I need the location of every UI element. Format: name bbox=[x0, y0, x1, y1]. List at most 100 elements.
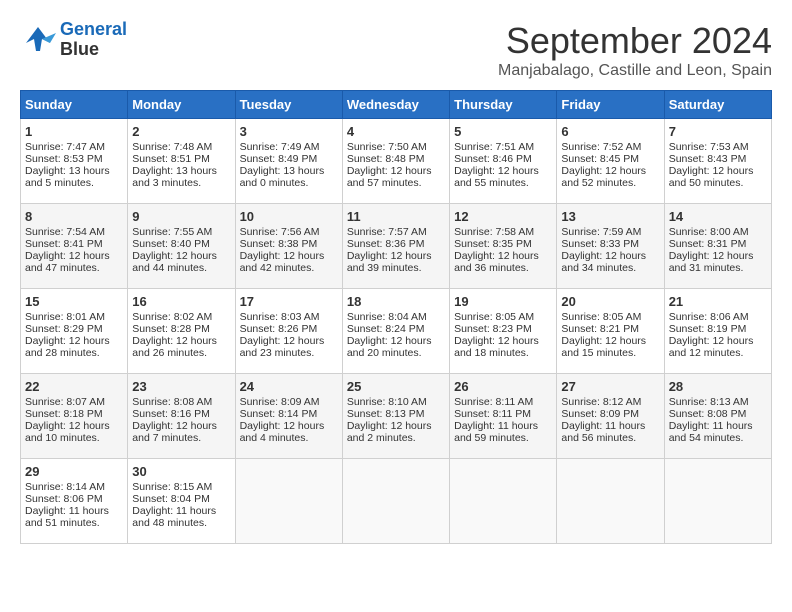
sunset-text: Sunset: 8:23 PM bbox=[454, 323, 532, 335]
calendar-cell bbox=[450, 459, 557, 544]
sunrise-text: Sunrise: 8:09 AM bbox=[240, 396, 320, 408]
daylight-text: Daylight: 11 hours and 56 minutes. bbox=[561, 420, 645, 444]
sunrise-text: Sunrise: 7:58 AM bbox=[454, 226, 534, 238]
day-number: 26 bbox=[454, 379, 552, 394]
sunset-text: Sunset: 8:11 PM bbox=[454, 408, 531, 420]
daylight-text: Daylight: 12 hours and 34 minutes. bbox=[561, 250, 646, 274]
daylight-text: Daylight: 12 hours and 2 minutes. bbox=[347, 420, 432, 444]
day-number: 23 bbox=[132, 379, 230, 394]
sunrise-text: Sunrise: 8:08 AM bbox=[132, 396, 212, 408]
calendar-cell: 11 Sunrise: 7:57 AMSunset: 8:36 PMDayligh… bbox=[342, 204, 449, 289]
sunrise-text: Sunrise: 7:50 AM bbox=[347, 141, 427, 153]
calendar-week-row: 8Sunrise: 7:54 AMSunset: 8:41 PMDaylight… bbox=[21, 204, 772, 289]
sunset-text: Sunset: 8:04 PM bbox=[132, 493, 210, 505]
sunrise-text: Sunrise: 7:55 AM bbox=[132, 226, 212, 238]
logo-text: GeneralBlue bbox=[60, 20, 127, 60]
column-header-wednesday: Wednesday bbox=[342, 91, 449, 119]
sunrise-text: Sunrise: 8:13 AM bbox=[669, 396, 749, 408]
calendar-cell: 12 Sunrise: 7:58 AMSunset: 8:35 PMDayligh… bbox=[450, 204, 557, 289]
sunrise-text: Sunrise: 8:01 AM bbox=[25, 311, 105, 323]
sunset-text: Sunset: 8:24 PM bbox=[347, 323, 425, 335]
sunrise-text: Sunrise: 8:07 AM bbox=[25, 396, 105, 408]
column-header-sunday: Sunday bbox=[21, 91, 128, 119]
daylight-text: Daylight: 12 hours and 55 minutes. bbox=[454, 165, 539, 189]
day-number: 10 bbox=[240, 209, 338, 224]
sunrise-text: Sunrise: 8:02 AM bbox=[132, 311, 212, 323]
sunset-text: Sunset: 8:48 PM bbox=[347, 153, 425, 165]
sunrise-text: Sunrise: 8:11 AM bbox=[454, 396, 533, 408]
daylight-text: Daylight: 12 hours and 26 minutes. bbox=[132, 335, 217, 359]
sunrise-text: Sunrise: 8:14 AM bbox=[25, 481, 105, 493]
calendar-header-row: SundayMondayTuesdayWednesdayThursdayFrid… bbox=[21, 91, 772, 119]
day-number: 3 bbox=[240, 124, 338, 139]
sunset-text: Sunset: 8:08 PM bbox=[669, 408, 747, 420]
sunrise-text: Sunrise: 7:47 AM bbox=[25, 141, 105, 153]
sunset-text: Sunset: 8:36 PM bbox=[347, 238, 425, 250]
daylight-text: Daylight: 12 hours and 15 minutes. bbox=[561, 335, 646, 359]
day-number: 13 bbox=[561, 209, 659, 224]
sunrise-text: Sunrise: 7:48 AM bbox=[132, 141, 212, 153]
calendar-week-row: 29Sunrise: 8:14 AMSunset: 8:06 PMDayligh… bbox=[21, 459, 772, 544]
sunrise-text: Sunrise: 8:04 AM bbox=[347, 311, 427, 323]
sunset-text: Sunset: 8:38 PM bbox=[240, 238, 318, 250]
daylight-text: Daylight: 12 hours and 12 minutes. bbox=[669, 335, 754, 359]
daylight-text: Daylight: 13 hours and 5 minutes. bbox=[25, 165, 110, 189]
sunset-text: Sunset: 8:21 PM bbox=[561, 323, 639, 335]
daylight-text: Daylight: 12 hours and 31 minutes. bbox=[669, 250, 754, 274]
daylight-text: Daylight: 12 hours and 4 minutes. bbox=[240, 420, 325, 444]
sunset-text: Sunset: 8:28 PM bbox=[132, 323, 210, 335]
calendar-cell: 18Sunrise: 8:04 AMSunset: 8:24 PMDayligh… bbox=[342, 289, 449, 374]
calendar-cell: 9Sunrise: 7:55 AMSunset: 8:40 PMDaylight… bbox=[128, 204, 235, 289]
sunrise-text: Sunrise: 8:12 AM bbox=[561, 396, 641, 408]
day-number: 15 bbox=[25, 294, 123, 309]
day-number: 12 bbox=[454, 209, 552, 224]
day-number: 9 bbox=[132, 209, 230, 224]
day-number: 14 bbox=[669, 209, 767, 224]
day-number: 30 bbox=[132, 464, 230, 479]
day-number: 11 bbox=[347, 209, 445, 224]
day-number: 20 bbox=[561, 294, 659, 309]
daylight-text: Daylight: 12 hours and 52 minutes. bbox=[561, 165, 646, 189]
sunset-text: Sunset: 8:09 PM bbox=[561, 408, 639, 420]
day-number: 4 bbox=[347, 124, 445, 139]
day-number: 2 bbox=[132, 124, 230, 139]
sunrise-text: Sunrise: 8:05 AM bbox=[454, 311, 534, 323]
calendar-cell bbox=[557, 459, 664, 544]
sunset-text: Sunset: 8:29 PM bbox=[25, 323, 103, 335]
calendar-cell: 3Sunrise: 7:49 AMSunset: 8:49 PMDaylight… bbox=[235, 119, 342, 204]
calendar-cell: 4Sunrise: 7:50 AMSunset: 8:48 PMDaylight… bbox=[342, 119, 449, 204]
daylight-text: Daylight: 12 hours and 20 minutes. bbox=[347, 335, 432, 359]
daylight-text: Daylight: 12 hours and 47 minutes. bbox=[25, 250, 110, 274]
column-header-saturday: Saturday bbox=[664, 91, 771, 119]
calendar-cell: 21Sunrise: 8:06 AMSunset: 8:19 PMDayligh… bbox=[664, 289, 771, 374]
calendar-cell: 10Sunrise: 7:56 AMSunset: 8:38 PMDayligh… bbox=[235, 204, 342, 289]
day-number: 6 bbox=[561, 124, 659, 139]
day-number: 21 bbox=[669, 294, 767, 309]
logo-icon bbox=[20, 25, 56, 55]
sunrise-text: Sunrise: 7:57 AM bbox=[347, 226, 427, 238]
sunrise-text: Sunrise: 7:51 AM bbox=[454, 141, 534, 153]
calendar-cell bbox=[664, 459, 771, 544]
daylight-text: Daylight: 12 hours and 50 minutes. bbox=[669, 165, 754, 189]
sunset-text: Sunset: 8:40 PM bbox=[132, 238, 210, 250]
sunset-text: Sunset: 8:31 PM bbox=[669, 238, 747, 250]
calendar-cell: 27 Sunrise: 8:12 AMSunset: 8:09 PMDayligh… bbox=[557, 374, 664, 459]
day-number: 24 bbox=[240, 379, 338, 394]
calendar-week-row: 22Sunrise: 8:07 AMSunset: 8:18 PMDayligh… bbox=[21, 374, 772, 459]
sunset-text: Sunset: 8:13 PM bbox=[347, 408, 425, 420]
calendar-cell: 2Sunrise: 7:48 AMSunset: 8:51 PMDaylight… bbox=[128, 119, 235, 204]
sunset-text: Sunset: 8:14 PM bbox=[240, 408, 318, 420]
sunset-text: Sunset: 8:26 PM bbox=[240, 323, 318, 335]
daylight-text: Daylight: 12 hours and 36 minutes. bbox=[454, 250, 539, 274]
sunrise-text: Sunrise: 7:49 AM bbox=[240, 141, 320, 153]
sunset-text: Sunset: 8:35 PM bbox=[454, 238, 532, 250]
sunrise-text: Sunrise: 7:52 AM bbox=[561, 141, 641, 153]
calendar-table: SundayMondayTuesdayWednesdayThursdayFrid… bbox=[20, 90, 772, 544]
daylight-text: Daylight: 12 hours and 39 minutes. bbox=[347, 250, 432, 274]
calendar-cell: 14Sunrise: 8:00 AMSunset: 8:31 PMDayligh… bbox=[664, 204, 771, 289]
sunset-text: Sunset: 8:16 PM bbox=[132, 408, 210, 420]
day-number: 25 bbox=[347, 379, 445, 394]
day-number: 27 bbox=[561, 379, 659, 394]
calendar-cell bbox=[342, 459, 449, 544]
daylight-text: Daylight: 12 hours and 23 minutes. bbox=[240, 335, 325, 359]
